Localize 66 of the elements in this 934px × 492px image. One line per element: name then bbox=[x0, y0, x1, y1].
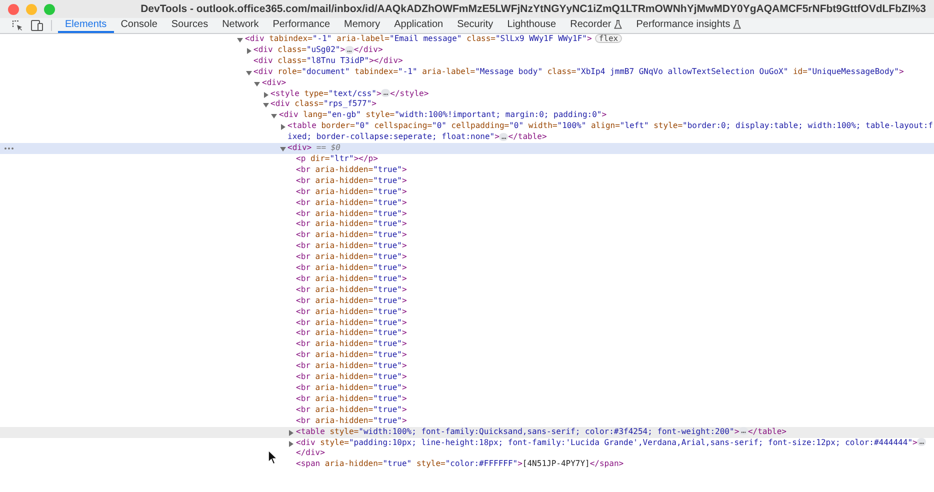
device-toolbar-icon[interactable] bbox=[31, 20, 43, 31]
code-line[interactable]: <br aria-hidden="true"> bbox=[296, 394, 934, 405]
code-line[interactable]: <br aria-hidden="true"> bbox=[296, 186, 934, 198]
code-line[interactable]: <div lang="en-gb" style="width:100%!important; margin:0; padding:0"> bbox=[279, 110, 934, 122]
tab[interactable]: Security bbox=[450, 18, 500, 33]
tab[interactable]: Lighthouse bbox=[500, 18, 564, 33]
code-line[interactable]: <br aria-hidden="true"> bbox=[296, 164, 934, 176]
disclosure-triangle-icon[interactable] bbox=[280, 146, 286, 152]
code-line[interactable]: <br aria-hidden="true"> bbox=[296, 176, 934, 187]
tab[interactable]: Memory bbox=[337, 18, 388, 33]
code-line[interactable]: <br aria-hidden="true"> bbox=[296, 318, 934, 328]
code-line[interactable]: <div role="document" tabindex="-1" aria-label="Message body" class="XbIp4 jmmB7 GNqVo allowTextSelection OuGoX" id="UniqueMessageBody"> bbox=[254, 66, 934, 78]
code-line[interactable]: <br aria-hidden="true"> bbox=[296, 241, 934, 252]
code-line[interactable]: <div style="padding:10px; line-height:18px; font-family:'Lucida Grande',Verdana,Arial,sans-serif; font-size:12px; color:#444444"> … bbox=[296, 438, 934, 448]
code-line[interactable]: <p dir="ltr"></p> bbox=[296, 154, 934, 165]
code-line[interactable]: </div> bbox=[296, 448, 934, 460]
tab[interactable]: Network bbox=[215, 18, 266, 33]
code-line[interactable]: <br aria-hidden="true"> bbox=[296, 296, 934, 307]
code-line[interactable]: <br aria-hidden="true"> bbox=[296, 284, 934, 296]
code-line[interactable]: <span aria-hidden="true" style="color:#FFFFFF">[4N51JP-4PY7Y]</span> bbox=[296, 459, 934, 470]
code-line[interactable]: <div class="l8Tnu T3idP"></div> bbox=[254, 56, 934, 67]
code-line[interactable]: <br aria-hidden="true"> bbox=[296, 208, 934, 220]
code-line[interactable]: <br aria-hidden="true"> bbox=[296, 339, 934, 350]
disclosure-triangle-icon[interactable] bbox=[246, 70, 252, 76]
code-line[interactable]: <br aria-hidden="true"> bbox=[296, 274, 934, 285]
tab[interactable]: Console bbox=[114, 18, 164, 33]
disclosure-triangle-icon[interactable] bbox=[254, 80, 260, 87]
code-line[interactable]: <br aria-hidden="true"> bbox=[296, 198, 934, 208]
code-line[interactable]: <br aria-hidden="true"> bbox=[296, 361, 934, 372]
disclosure-triangle-icon[interactable] bbox=[288, 440, 294, 447]
flask-icon bbox=[614, 20, 622, 29]
disclosure-triangle-icon[interactable] bbox=[271, 113, 277, 120]
tab[interactable]: Application bbox=[387, 18, 450, 33]
window-title: DevTools - outlook.office365.com/mail/inbox/id/AAQkADZhOWFmMzE5LWFjNzYtNGYyNC1iZmQ1LTRmOWNhYjMwMDY0YgAQAMCF5rNFbt9GttfOVdLFbZI%3 bbox=[140, 3, 926, 15]
code-line[interactable]: <br aria-hidden="true"> bbox=[296, 350, 934, 362]
code-line[interactable]: <style type="text/css"> … </style> bbox=[270, 88, 934, 100]
code-line[interactable]: <br aria-hidden="true"> bbox=[296, 306, 934, 318]
mouse-pointer-icon bbox=[268, 450, 278, 465]
code-line[interactable]: <br aria-hidden="true"> bbox=[296, 328, 934, 340]
tab[interactable]: Sources bbox=[164, 18, 216, 33]
disclosure-triangle-icon[interactable] bbox=[280, 124, 286, 130]
disclosure-triangle-icon[interactable] bbox=[262, 92, 268, 98]
code-line[interactable]: <br aria-hidden="true"> bbox=[296, 219, 934, 230]
disclosure-triangle-icon[interactable] bbox=[237, 37, 243, 43]
code-line[interactable]: <br aria-hidden="true"> bbox=[296, 263, 934, 274]
more-icon[interactable] bbox=[4, 147, 14, 150]
code-line[interactable]: <div class="uSg02"> … </div> bbox=[254, 44, 934, 56]
code-line[interactable]: <br aria-hidden="true"> bbox=[296, 416, 934, 427]
code-line[interactable]: <br aria-hidden="true"> bbox=[296, 404, 934, 416]
flask-icon bbox=[733, 20, 742, 29]
disclosure-triangle-icon[interactable] bbox=[288, 430, 294, 436]
tab[interactable]: Elements bbox=[58, 18, 114, 33]
code-line[interactable]: <br aria-hidden="true"> bbox=[296, 372, 934, 383]
disclosure-triangle-icon[interactable] bbox=[246, 48, 252, 54]
code-line[interactable]: <br aria-hidden="true"> bbox=[296, 252, 934, 264]
code-line[interactable]: <br aria-hidden="true"> bbox=[296, 383, 934, 394]
inspect-icon[interactable] bbox=[12, 20, 23, 31]
tab[interactable]: Recorder bbox=[563, 18, 630, 33]
code-line[interactable]: <div> bbox=[262, 78, 934, 89]
code-line[interactable]: <div class="rps_f577"> bbox=[270, 99, 934, 110]
code-line[interactable]: <table border="0" cellspacing="0" cellpadding="0" width="100%" align="left" style="border:0; display:table; width:100%; table-layout:fixed; border-collapse:seperate; float:none"> … </table> bbox=[288, 121, 934, 144]
tab[interactable]: Performance insights bbox=[629, 18, 748, 33]
code-line[interactable]: <div tabindex="-1" aria-label="Email message" class="SlLx9 WWy1F WWy1F"> flex bbox=[245, 34, 934, 45]
disclosure-triangle-icon[interactable] bbox=[262, 102, 268, 108]
code-line[interactable]: <br aria-hidden="true"> bbox=[296, 230, 934, 242]
tab[interactable]: Performance bbox=[266, 18, 338, 33]
